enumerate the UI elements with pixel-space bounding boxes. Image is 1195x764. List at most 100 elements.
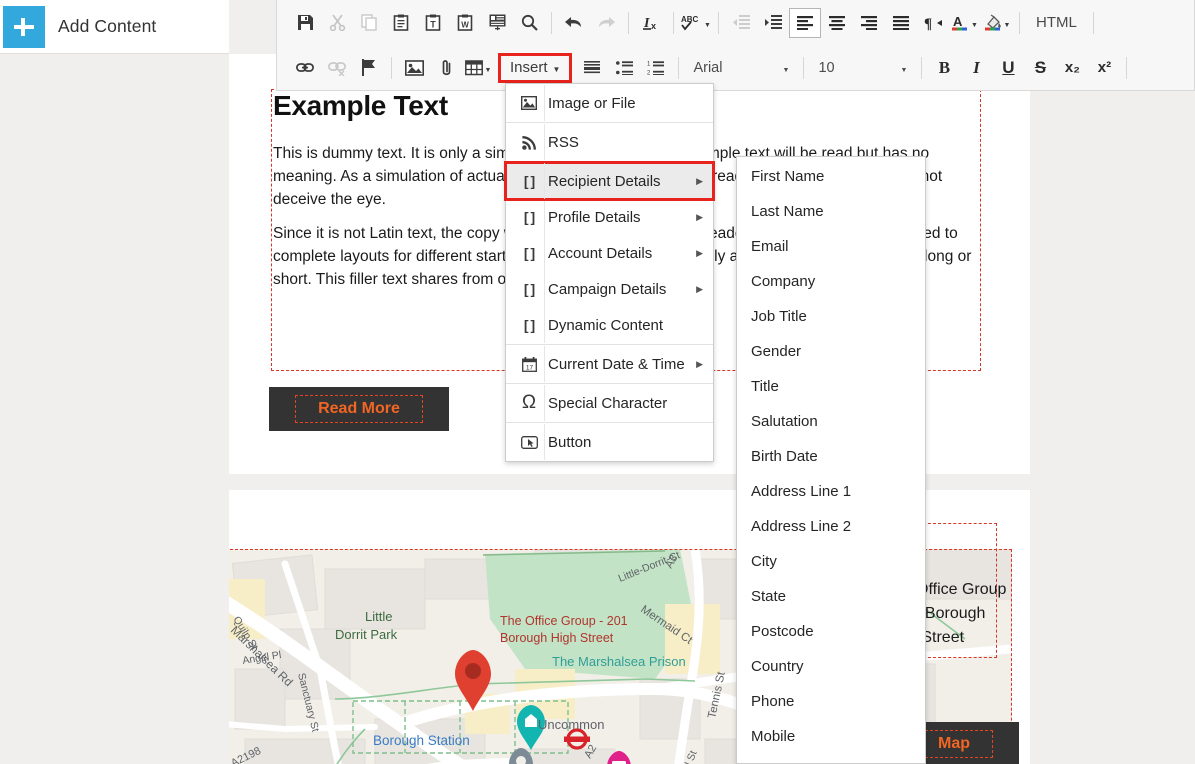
- menu-separator: [506, 161, 713, 162]
- menu-divider: [544, 424, 545, 460]
- paste-word-icon[interactable]: W: [449, 8, 481, 38]
- svg-text:¶: ¶: [924, 16, 932, 31]
- text-direction-icon[interactable]: ¶: [917, 8, 949, 38]
- submenu-item-job-title[interactable]: Job Title: [737, 299, 925, 334]
- image-icon[interactable]: [398, 53, 430, 83]
- outdent-icon[interactable]: [725, 8, 757, 38]
- insert-dropdown-menu[interactable]: Image or File RSS [ ] Recipient Details …: [504, 83, 715, 462]
- left-sidebar: Add Content: [0, 0, 229, 764]
- unlink-icon[interactable]: [321, 53, 353, 83]
- application-root: Add Content Example Text This is dummy t…: [0, 0, 1195, 764]
- chevron-down-icon: ▼: [484, 67, 492, 74]
- menu-item-button[interactable]: Button: [506, 424, 713, 460]
- chevron-right-icon: ▶: [696, 211, 703, 222]
- submenu-item-city[interactable]: City: [737, 544, 925, 579]
- link-icon[interactable]: [289, 53, 321, 83]
- menu-divider: [544, 163, 545, 199]
- superscript-button[interactable]: x²: [1088, 59, 1120, 76]
- table-icon[interactable]: ▼: [462, 53, 494, 83]
- attachment-icon[interactable]: [430, 53, 462, 83]
- horizontal-rule-icon[interactable]: [576, 53, 608, 83]
- map-button-label: Map: [915, 730, 993, 758]
- redo-icon[interactable]: [590, 8, 622, 38]
- underline-button[interactable]: U: [992, 58, 1024, 78]
- merge-field-icon: [ ]: [523, 317, 535, 333]
- text-color-icon[interactable]: A ▼: [949, 8, 981, 38]
- save-icon[interactable]: [289, 8, 321, 38]
- menu-item-special-character[interactable]: Ω Special Character: [506, 385, 713, 421]
- submenu-item-last-name[interactable]: Last Name: [737, 194, 925, 229]
- submenu-item-country[interactable]: Country: [737, 649, 925, 684]
- submenu-item-state[interactable]: State: [737, 579, 925, 614]
- merge-field-icon: [ ]: [523, 281, 535, 297]
- menu-item-current-date-time[interactable]: 17 Current Date & Time ▶: [506, 346, 713, 382]
- align-justify-icon[interactable]: [885, 8, 917, 38]
- submenu-item-email[interactable]: Email: [737, 229, 925, 264]
- align-center-icon[interactable]: [821, 8, 853, 38]
- merge-field-icon: [ ]: [523, 245, 535, 261]
- menu-divider: [544, 385, 545, 421]
- add-content-header[interactable]: Add Content: [0, 0, 229, 54]
- submenu-item-birth-date[interactable]: Birth Date: [737, 439, 925, 474]
- insert-label: Insert: [510, 59, 548, 76]
- menu-item-label: Profile Details: [548, 208, 641, 226]
- read-more-label: Read More: [295, 395, 423, 423]
- submenu-item-title[interactable]: Title: [737, 369, 925, 404]
- find-icon[interactable]: [513, 8, 545, 38]
- cut-icon[interactable]: [321, 8, 353, 38]
- svg-text:T: T: [430, 20, 436, 30]
- bulleted-list-icon[interactable]: [608, 53, 640, 83]
- menu-divider: [544, 346, 545, 382]
- insert-menu-button[interactable]: Insert ▼: [498, 52, 573, 83]
- background-color-icon[interactable]: ▼: [981, 8, 1013, 38]
- submenu-item-address-line-1[interactable]: Address Line 1: [737, 474, 925, 509]
- menu-item-image-or-file[interactable]: Image or File: [506, 85, 713, 121]
- calendar-icon: 17: [514, 356, 544, 372]
- plus-icon: [3, 5, 45, 48]
- menu-item-account-details[interactable]: [ ] Account Details ▶: [506, 235, 713, 271]
- menu-item-label: Image or File: [548, 94, 636, 112]
- align-right-icon[interactable]: [853, 8, 885, 38]
- menu-item-rss[interactable]: RSS: [506, 124, 713, 160]
- submenu-item-address-line-2[interactable]: Address Line 2: [737, 509, 925, 544]
- chevron-right-icon: ▶: [696, 358, 703, 369]
- submenu-item-salutation[interactable]: Salutation: [737, 404, 925, 439]
- align-left-icon[interactable]: [789, 7, 821, 38]
- svg-text:x: x: [651, 21, 656, 31]
- submenu-item-company[interactable]: Company: [737, 264, 925, 299]
- paste-icon[interactable]: [385, 8, 417, 38]
- copy-icon[interactable]: [353, 8, 385, 38]
- numbered-list-icon[interactable]: 12: [640, 53, 672, 83]
- undo-icon[interactable]: [558, 8, 590, 38]
- submenu-item-gender[interactable]: Gender: [737, 334, 925, 369]
- templates-icon[interactable]: [481, 8, 513, 38]
- font-size-select[interactable]: 10 ▼: [810, 53, 915, 83]
- menu-divider: [544, 124, 545, 160]
- indent-icon[interactable]: [757, 8, 789, 38]
- menu-item-label: Recipient Details: [548, 172, 661, 190]
- remove-format-icon[interactable]: Ix: [635, 8, 667, 38]
- html-source-button[interactable]: HTML: [1026, 14, 1087, 31]
- italic-button[interactable]: I: [960, 58, 992, 78]
- strikethrough-button[interactable]: S: [1024, 58, 1056, 78]
- anchor-flag-icon[interactable]: [353, 53, 385, 83]
- menu-item-campaign-details[interactable]: [ ] Campaign Details ▶: [506, 271, 713, 307]
- menu-item-profile-details[interactable]: [ ] Profile Details ▶: [506, 199, 713, 235]
- spellcheck-icon[interactable]: ABC ▼: [680, 8, 712, 38]
- menu-item-dynamic-content[interactable]: [ ] Dynamic Content: [506, 307, 713, 343]
- submenu-item-phone[interactable]: Phone: [737, 684, 925, 719]
- svg-text:W: W: [461, 21, 469, 30]
- submenu-item-mobile[interactable]: Mobile: [737, 719, 925, 754]
- menu-item-recipient-details[interactable]: [ ] Recipient Details ▶: [504, 161, 715, 201]
- chevron-right-icon: ▶: [696, 247, 703, 258]
- bold-button[interactable]: B: [928, 58, 960, 78]
- font-family-select[interactable]: Arial ▼: [685, 53, 797, 83]
- submenu-item-first-name[interactable]: First Name: [737, 159, 925, 194]
- submenu-item-postcode[interactable]: Postcode: [737, 614, 925, 649]
- read-more-button[interactable]: Read More: [269, 387, 449, 431]
- subscript-button[interactable]: x₂: [1056, 59, 1088, 76]
- paste-text-icon[interactable]: T: [417, 8, 449, 38]
- toolbar-row-1: T W Ix ABC ▼ ¶ A ▼ ▼ HTML: [277, 0, 1195, 45]
- recipient-details-submenu[interactable]: First Name Last Name Email Company Job T…: [736, 156, 926, 764]
- menu-separator: [506, 422, 713, 423]
